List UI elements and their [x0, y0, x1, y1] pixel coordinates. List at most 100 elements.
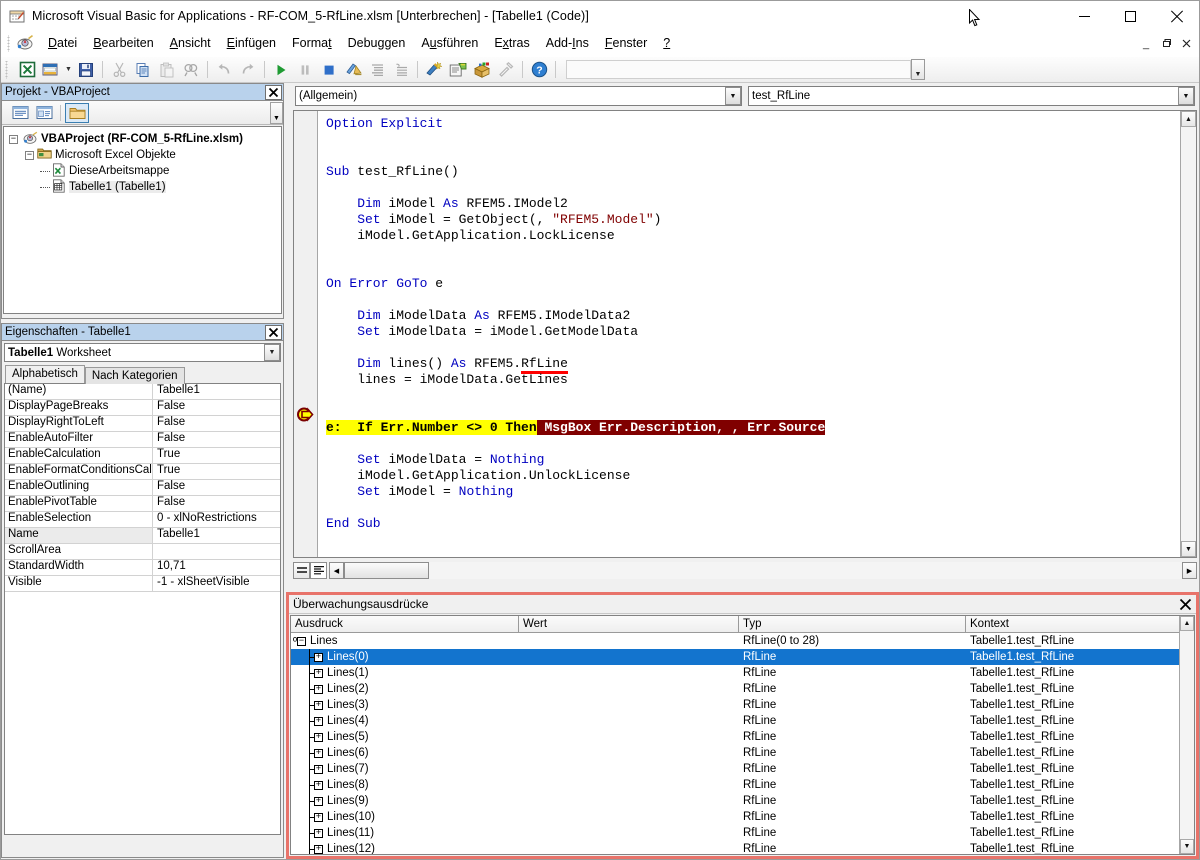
- property-row[interactable]: EnableAutoFilterFalse: [5, 432, 280, 448]
- code-line[interactable]: Dim iModelData As RFEM5.IModelData2: [326, 308, 1180, 324]
- code-line[interactable]: [326, 436, 1180, 452]
- hscroll-thumb[interactable]: [344, 562, 429, 579]
- property-value[interactable]: False: [153, 432, 280, 447]
- chevron-down-icon[interactable]: ▼: [725, 87, 741, 105]
- menu-item-help[interactable]: ?: [655, 33, 678, 54]
- code-line[interactable]: [326, 180, 1180, 196]
- code-line[interactable]: [326, 500, 1180, 516]
- toolbar-drag-grip[interactable]: [4, 61, 12, 79]
- tree-item-diese-arbeitsmappe[interactable]: DieseArbeitsmappe: [4, 163, 281, 179]
- code-line[interactable]: Dim iModel As RFEM5.IModel2: [326, 196, 1180, 212]
- watch-expression-cell[interactable]: +Lines(4): [291, 713, 519, 729]
- expander-icon[interactable]: −: [9, 135, 18, 144]
- expand-icon[interactable]: +: [314, 781, 323, 790]
- design-mode-icon[interactable]: [341, 59, 365, 81]
- project-explorer-icon[interactable]: [365, 59, 389, 81]
- watch-expression-cell[interactable]: +Lines(3): [291, 697, 519, 713]
- watch-expression-cell[interactable]: +Lines(11): [291, 825, 519, 841]
- property-value[interactable]: 10,71: [153, 560, 280, 575]
- property-row[interactable]: (Name)Tabelle1: [5, 384, 280, 400]
- watch-row[interactable]: +Lines(2)RfLineTabelle1.test_RfLine: [291, 681, 1194, 697]
- watch-row[interactable]: ͦͦ−LinesRfLine(0 to 28)Tabelle1.test_RfL…: [291, 633, 1194, 649]
- property-row[interactable]: EnableCalculationTrue: [5, 448, 280, 464]
- watch-row[interactable]: +Lines(5)RfLineTabelle1.test_RfLine: [291, 729, 1194, 745]
- scroll-up-button[interactable]: ▲: [1181, 111, 1196, 127]
- expand-icon[interactable]: +: [314, 829, 323, 838]
- watch-expression-cell[interactable]: +Lines(10): [291, 809, 519, 825]
- view-excel-icon[interactable]: [15, 59, 39, 81]
- toolbar-spin-button[interactable]: ▼: [911, 59, 925, 80]
- tree-item-excel-objects[interactable]: − Microsoft Excel Objekte: [4, 147, 281, 163]
- code-vertical-scrollbar[interactable]: ▲ ▼: [1180, 111, 1196, 557]
- scroll-down-button[interactable]: ▼: [1180, 839, 1194, 854]
- code-line[interactable]: Set iModel = GetObject(, "RFEM5.Model"): [326, 212, 1180, 228]
- menu-item-debuggen[interactable]: Debuggen: [340, 33, 414, 54]
- view-object-icon[interactable]: [32, 103, 56, 123]
- object-browser-icon[interactable]: [422, 59, 446, 81]
- code-line[interactable]: iModel.GetApplication.LockLicense: [326, 228, 1180, 244]
- code-text-area[interactable]: Option Explicit Sub test_RfLine() Dim iM…: [318, 111, 1180, 557]
- property-row[interactable]: DisplayRightToLeftFalse: [5, 416, 280, 432]
- watch-expression-cell[interactable]: +Lines(0): [291, 649, 519, 665]
- watch-row[interactable]: +Lines(4)RfLineTabelle1.test_RfLine: [291, 713, 1194, 729]
- code-line[interactable]: End Sub: [326, 516, 1180, 532]
- watch-vertical-scrollbar[interactable]: ▲ ▼: [1179, 616, 1194, 854]
- paste-icon[interactable]: [155, 59, 179, 81]
- mdi-restore-button[interactable]: [1157, 35, 1175, 53]
- expand-icon[interactable]: +: [314, 701, 323, 710]
- watch-expression-cell[interactable]: +Lines(6): [291, 745, 519, 761]
- project-tree[interactable]: − VBAProject (RF-COM_5-RfLine.xlsm) −: [3, 126, 282, 314]
- code-line[interactable]: [326, 132, 1180, 148]
- code-line[interactable]: Sub test_RfLine(): [326, 164, 1180, 180]
- property-row[interactable]: DisplayPageBreaksFalse: [5, 400, 280, 416]
- expand-icon[interactable]: +: [314, 717, 323, 726]
- property-value[interactable]: Tabelle1: [153, 528, 280, 543]
- watch-row[interactable]: +Lines(12)RfLineTabelle1.test_RfLine: [291, 841, 1194, 855]
- mdi-minimize-button[interactable]: _: [1137, 35, 1155, 53]
- property-value[interactable]: False: [153, 496, 280, 511]
- code-line[interactable]: [326, 148, 1180, 164]
- menu-item-format[interactable]: Format: [284, 33, 340, 54]
- property-row[interactable]: NameTabelle1: [5, 528, 280, 544]
- watch-expression-cell[interactable]: +Lines(1): [291, 665, 519, 681]
- code-line[interactable]: lines = iModelData.GetLines: [326, 372, 1180, 388]
- menu-drag-grip[interactable]: [5, 35, 15, 52]
- add-toolbox-item-icon[interactable]: [470, 59, 494, 81]
- copy-icon[interactable]: [131, 59, 155, 81]
- properties-object-combo[interactable]: Tabelle1 Worksheet ▼: [4, 343, 281, 362]
- watch-row[interactable]: +Lines(3)RfLineTabelle1.test_RfLine: [291, 697, 1194, 713]
- project-explorer-close-button[interactable]: [265, 85, 282, 100]
- code-line[interactable]: Set iModelData = iModel.GetModelData: [326, 324, 1180, 340]
- properties-window-icon[interactable]: [389, 59, 413, 81]
- undo-icon[interactable]: [212, 59, 236, 81]
- expand-icon[interactable]: +: [314, 749, 323, 758]
- expand-icon[interactable]: +: [314, 797, 323, 806]
- property-value[interactable]: True: [153, 448, 280, 463]
- watch-expression-cell[interactable]: +Lines(2): [291, 681, 519, 697]
- column-header-kontext[interactable]: Kontext: [966, 616, 1194, 632]
- column-header-ausdruck[interactable]: Ausdruck: [291, 616, 519, 632]
- expander-icon[interactable]: −: [25, 151, 34, 160]
- code-line[interactable]: [326, 340, 1180, 356]
- menu-item-einfuegen[interactable]: Einfügen: [219, 33, 284, 54]
- menu-item-fenster[interactable]: Fenster: [597, 33, 655, 54]
- code-line[interactable]: e: If Err.Number <> 0 Then MsgBox Err.De…: [326, 420, 1180, 436]
- code-line[interactable]: [326, 388, 1180, 404]
- code-line[interactable]: Dim lines() As RFEM5.RfLine: [326, 356, 1180, 372]
- hscroll-left-button[interactable]: ◀: [329, 562, 344, 579]
- property-row[interactable]: StandardWidth10,71: [5, 560, 280, 576]
- watch-row[interactable]: +Lines(8)RfLineTabelle1.test_RfLine: [291, 777, 1194, 793]
- column-header-typ[interactable]: Typ: [739, 616, 966, 632]
- procedure-combo[interactable]: test_RfLine ▼: [748, 86, 1195, 106]
- scroll-track[interactable]: [1180, 631, 1194, 839]
- column-header-wert[interactable]: Wert: [519, 616, 739, 632]
- project-explorer-spin-button[interactable]: ▼: [270, 102, 283, 124]
- tools-icon[interactable]: [494, 59, 518, 81]
- object-combo[interactable]: (Allgemein) ▼: [295, 86, 742, 106]
- code-line[interactable]: [326, 244, 1180, 260]
- toggle-folders-icon[interactable]: [65, 103, 89, 123]
- full-module-view-button[interactable]: [310, 562, 327, 579]
- watch-row[interactable]: +Lines(7)RfLineTabelle1.test_RfLine: [291, 761, 1194, 777]
- watch-expression-cell[interactable]: +Lines(5): [291, 729, 519, 745]
- property-value[interactable]: 0 - xlNoRestrictions: [153, 512, 280, 527]
